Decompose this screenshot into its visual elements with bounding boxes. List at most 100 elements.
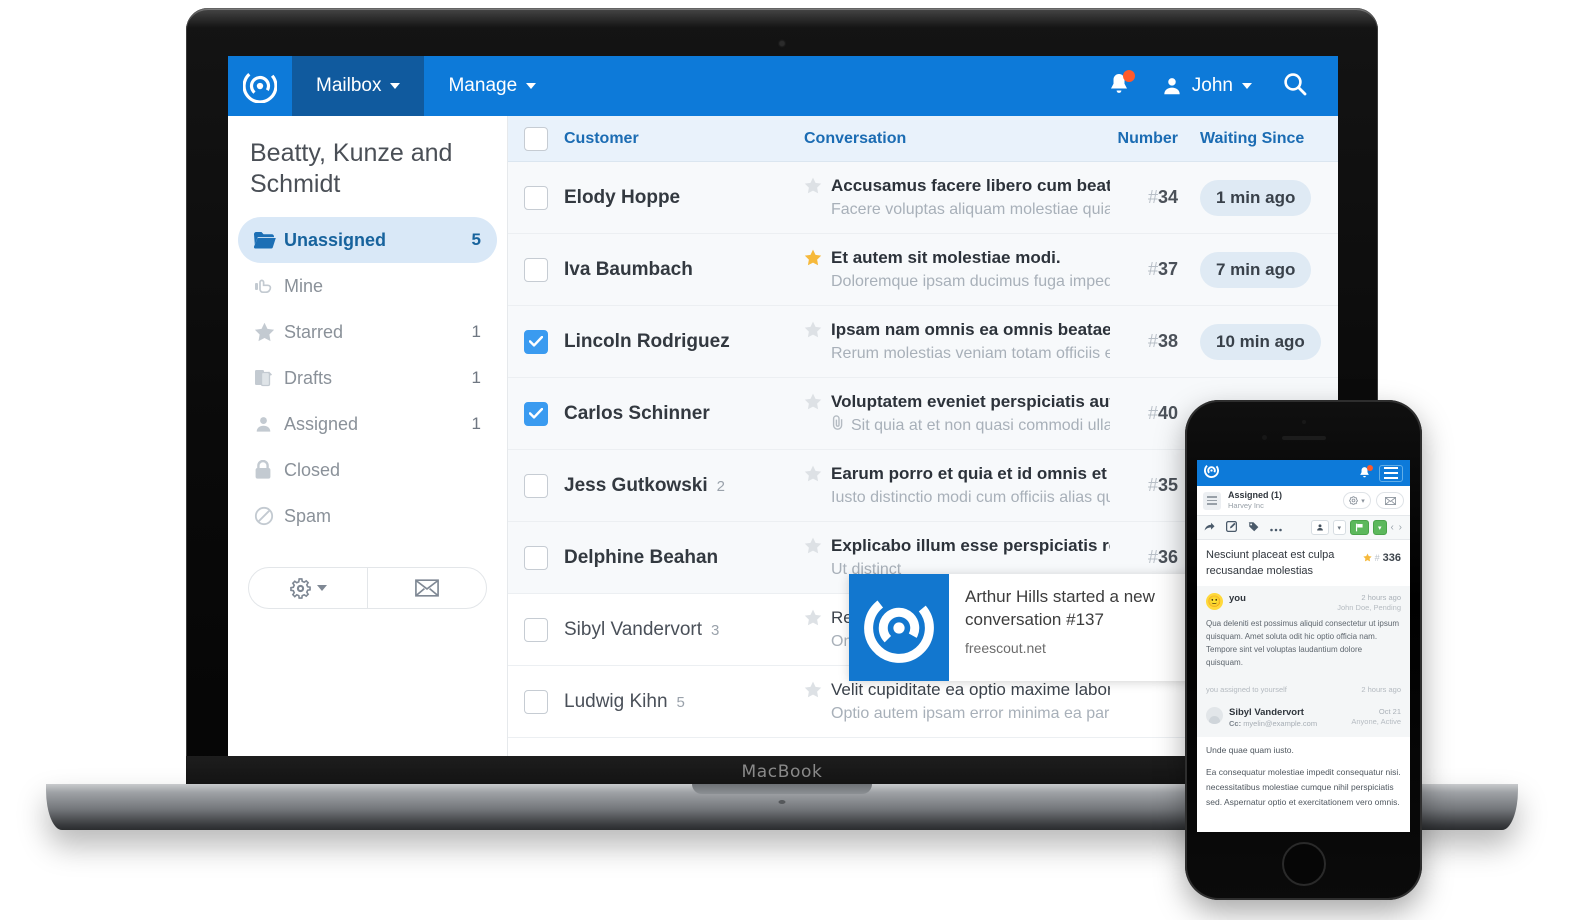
row-conversation: Voluptatem eveniet perspiciatis aut illo… [804,390,1110,438]
table-row[interactable]: Lincoln Rodriguez Ipsam nam omnis ea omn… [508,306,1338,378]
customer-name: Lincoln Rodriguez [564,330,730,352]
sidebar-item-drafts[interactable]: Drafts 1 [238,355,497,401]
phone-activity-separator: you assigned to yourself 2 hours ago [1197,679,1410,700]
row-checkbox[interactable] [508,689,564,714]
desktop-notification-toast[interactable]: Arthur Hills started a new conversation … [849,574,1194,681]
sidebar-item-label: Unassigned [284,229,387,250]
phone-prev-next-nav[interactable]: ‹ › [1391,522,1403,533]
table-row[interactable]: Iva Baumbach Et autem sit molestiae modi… [508,234,1338,306]
edit-icon[interactable] [1226,519,1237,537]
phone-assignee-button[interactable] [1310,520,1329,535]
phone-message[interactable]: Sibyl Vandervort Cc: myelin@example.com … [1197,700,1410,738]
phone-notifications-button[interactable] [1358,464,1373,481]
phone-conversation-subject: Nesciunt placeat est culpa recusandae mo… [1206,549,1335,577]
conversation-subject: Accusamus facere libero cum beatae fugit… [831,175,1110,195]
lock-icon [254,460,284,480]
phone-reply-paragraph: Unde quae quam iusto. [1206,745,1294,756]
phone-thread: 🙂 you 2 hours ago John Doe, Pending Qua … [1197,586,1410,827]
list-header: Customer Conversation Number Waiting Sin… [508,116,1338,162]
star-icon[interactable] [804,609,822,631]
sidebar-item-closed[interactable]: Closed [238,447,497,493]
notifications-button[interactable] [1107,70,1135,100]
gear-icon [289,577,311,599]
phone-assignee-dropdown[interactable]: ▾ [1332,520,1347,535]
freescout-logo-icon[interactable] [1204,463,1219,483]
star-icon[interactable] [804,681,822,703]
phone-message-body: Qua deleniti est possimus aliquid consec… [1206,619,1399,668]
row-checkbox[interactable] [508,545,564,570]
customer-name: Delphine Beahan [564,546,719,568]
row-waiting: 1 min ago [1188,179,1338,216]
star-icon[interactable] [804,465,822,487]
table-row[interactable]: Elody Hoppe Accusamus facere libero cum … [508,162,1338,234]
sidebar-item-spam[interactable]: Spam [238,493,497,539]
sidebar-item-assigned[interactable]: Assigned 1 [238,401,497,447]
row-number: #37 [1147,259,1178,279]
conversation-preview: Facere voluptas aliquam molestiae quia n… [831,201,1110,219]
row-checkbox[interactable] [508,329,564,354]
sidebar-item-unassigned[interactable]: Unassigned 5 [238,217,497,263]
nav-mailbox[interactable]: Mailbox [292,56,425,116]
phone-reply-when: Oct 21 [1378,707,1401,717]
customer-name: Elody Hoppe [564,186,681,208]
sidebar-item-starred[interactable]: Starred 1 [238,309,497,355]
folder-open-icon [254,231,284,249]
star-icon[interactable] [1362,549,1372,567]
settings-dropdown-button[interactable] [249,568,367,608]
column-header-conversation[interactable]: Conversation [804,130,1110,148]
conversation-subject: Earum porro et quia et id omnis et tenet… [831,463,1110,483]
hamburger-icon[interactable] [1203,491,1221,510]
column-header-number[interactable]: Number [1110,130,1188,148]
freescout-logo-icon[interactable] [228,56,292,116]
conversation-number: 38 [1157,331,1178,351]
thread-count: 3 [711,621,720,639]
hand-pointer-icon [254,276,284,296]
star-icon[interactable] [804,393,822,415]
star-icon[interactable] [804,537,822,559]
sidebar-item-count: 1 [471,414,481,433]
row-checkbox[interactable] [508,185,564,210]
tag-icon[interactable] [1248,519,1259,537]
phone-status-dropdown[interactable]: ▾ [1373,520,1387,535]
row-checkbox[interactable] [508,257,564,282]
envelope-icon [415,579,439,597]
phone-new-conversation[interactable] [1376,492,1404,509]
sidebar-item-label: Starred [284,321,344,342]
conversation-preview: Doloremque ipsam ducimus fuga impedit re… [831,273,1110,291]
phone-home-button[interactable] [1281,842,1326,886]
conversation-number: 40 [1157,403,1178,423]
new-conversation-button[interactable] [367,568,486,608]
conversation-preview: Rerum molestias veniam totam officiis et… [831,345,1110,363]
row-checkbox[interactable] [508,401,564,426]
phone-status-button[interactable] [1350,520,1370,535]
user-menu[interactable]: John [1161,75,1252,97]
search-button[interactable] [1282,71,1308,102]
forward-icon[interactable] [1204,519,1215,537]
nav-manage-label: Manage [448,75,518,96]
notification-badge [1367,464,1373,471]
phone-conversation-header: Nesciunt placeat est culpa recusandae mo… [1197,540,1410,587]
sidebar-item-mine[interactable]: Mine [238,263,497,309]
hamburger-icon[interactable] [1379,464,1403,482]
row-checkbox[interactable] [508,617,564,642]
row-customer: Lincoln Rodriguez [564,331,804,353]
customer-name: Jess Gutkowski [564,474,708,496]
ellipsis-icon[interactable] [1270,519,1282,537]
column-header-customer[interactable]: Customer [564,130,804,148]
star-icon[interactable] [804,321,822,343]
phone-message[interactable]: 🙂 you 2 hours ago John Doe, Pending Qua … [1197,586,1410,679]
row-waiting: 7 min ago [1188,251,1338,288]
nav-manage[interactable]: Manage [424,56,560,116]
sidebar-item-count: 1 [471,368,481,387]
star-icon[interactable] [804,177,822,199]
select-all-checkbox[interactable] [508,126,564,151]
phone-reply-from: Sibyl Vandervort [1229,707,1304,719]
conversation-number: 34 [1157,187,1178,207]
row-checkbox[interactable] [508,473,564,498]
customer-name: Ludwig Kihn [564,690,668,712]
phone-settings-dropdown[interactable]: ▾ [1343,492,1371,509]
paperclip-icon [831,414,844,437]
star-icon[interactable] [804,249,822,271]
column-header-waiting-since[interactable]: Waiting Since [1188,130,1338,148]
user-name: John [1191,75,1233,96]
